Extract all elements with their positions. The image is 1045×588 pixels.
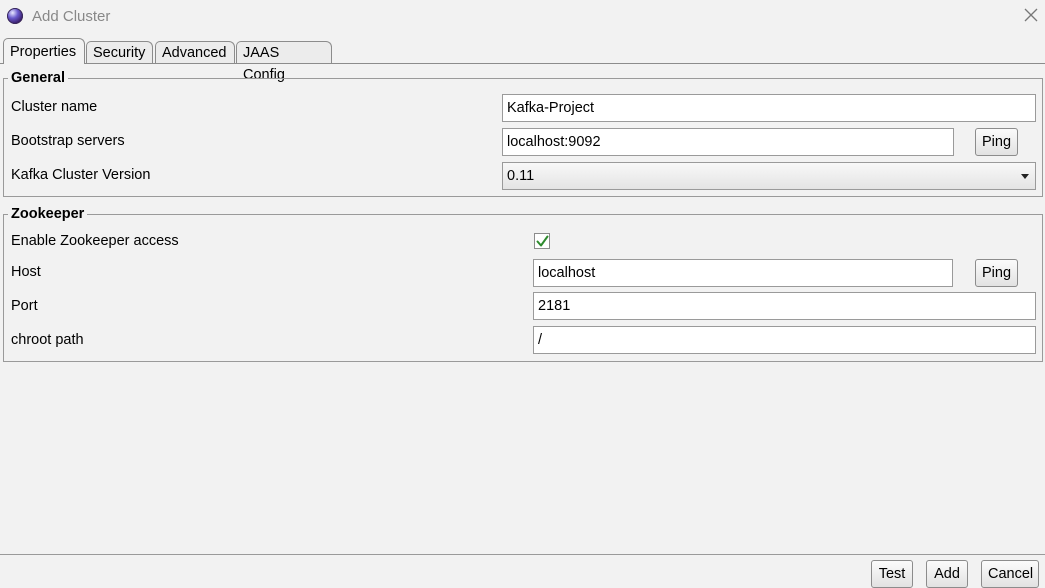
bootstrap-servers-label: Bootstrap servers (11, 133, 125, 149)
checkmark-icon (536, 235, 549, 247)
general-legend: General (11, 70, 65, 86)
tab-jaas-config[interactable]: JAAS Config (236, 41, 332, 83)
add-button[interactable]: Add (926, 560, 968, 588)
cancel-button[interactable]: Cancel (981, 560, 1039, 588)
bootstrap-servers-input[interactable] (502, 128, 954, 156)
zookeeper-host-label: Host (11, 264, 41, 280)
title-bar: Add Cluster (0, 0, 1045, 34)
enable-zookeeper-checkbox[interactable] (534, 233, 550, 249)
tab-bar: Properties Security Advanced JAAS Config (0, 38, 1045, 83)
enable-zookeeper-label: Enable Zookeeper access (11, 233, 179, 249)
dropdown-arrow-icon (1021, 174, 1029, 179)
chroot-path-label: chroot path (11, 332, 84, 348)
zookeeper-host-input[interactable] (533, 259, 953, 287)
kafka-version-select[interactable]: 0.11 (502, 162, 1036, 190)
tab-label: Advanced (162, 45, 227, 61)
app-logo-icon (7, 8, 23, 24)
close-icon (1024, 8, 1038, 22)
zookeeper-legend: Zookeeper (11, 206, 85, 222)
window-title: Add Cluster (32, 8, 111, 25)
zookeeper-port-label: Port (11, 298, 38, 314)
tab-advanced[interactable]: Advanced (155, 41, 235, 63)
zookeeper-port-input[interactable] (533, 292, 1036, 320)
footer-divider (0, 554, 1045, 555)
kafka-version-value: 0.11 (507, 168, 535, 184)
zookeeper-ping-button[interactable]: Ping (975, 259, 1018, 287)
kafka-version-label: Kafka Cluster Version (11, 167, 151, 183)
close-button[interactable] (1019, 5, 1043, 27)
cluster-name-label: Cluster name (11, 99, 98, 115)
cluster-name-input[interactable] (502, 94, 1036, 122)
bootstrap-ping-button[interactable]: Ping (975, 128, 1018, 156)
tab-label: Properties (10, 44, 77, 60)
test-button[interactable]: Test (871, 560, 913, 588)
tab-label: Security (93, 45, 146, 61)
tab-security[interactable]: Security (86, 41, 153, 63)
chroot-path-input[interactable] (533, 326, 1036, 354)
tab-properties[interactable]: Properties (3, 38, 85, 64)
tab-divider (0, 63, 1045, 64)
